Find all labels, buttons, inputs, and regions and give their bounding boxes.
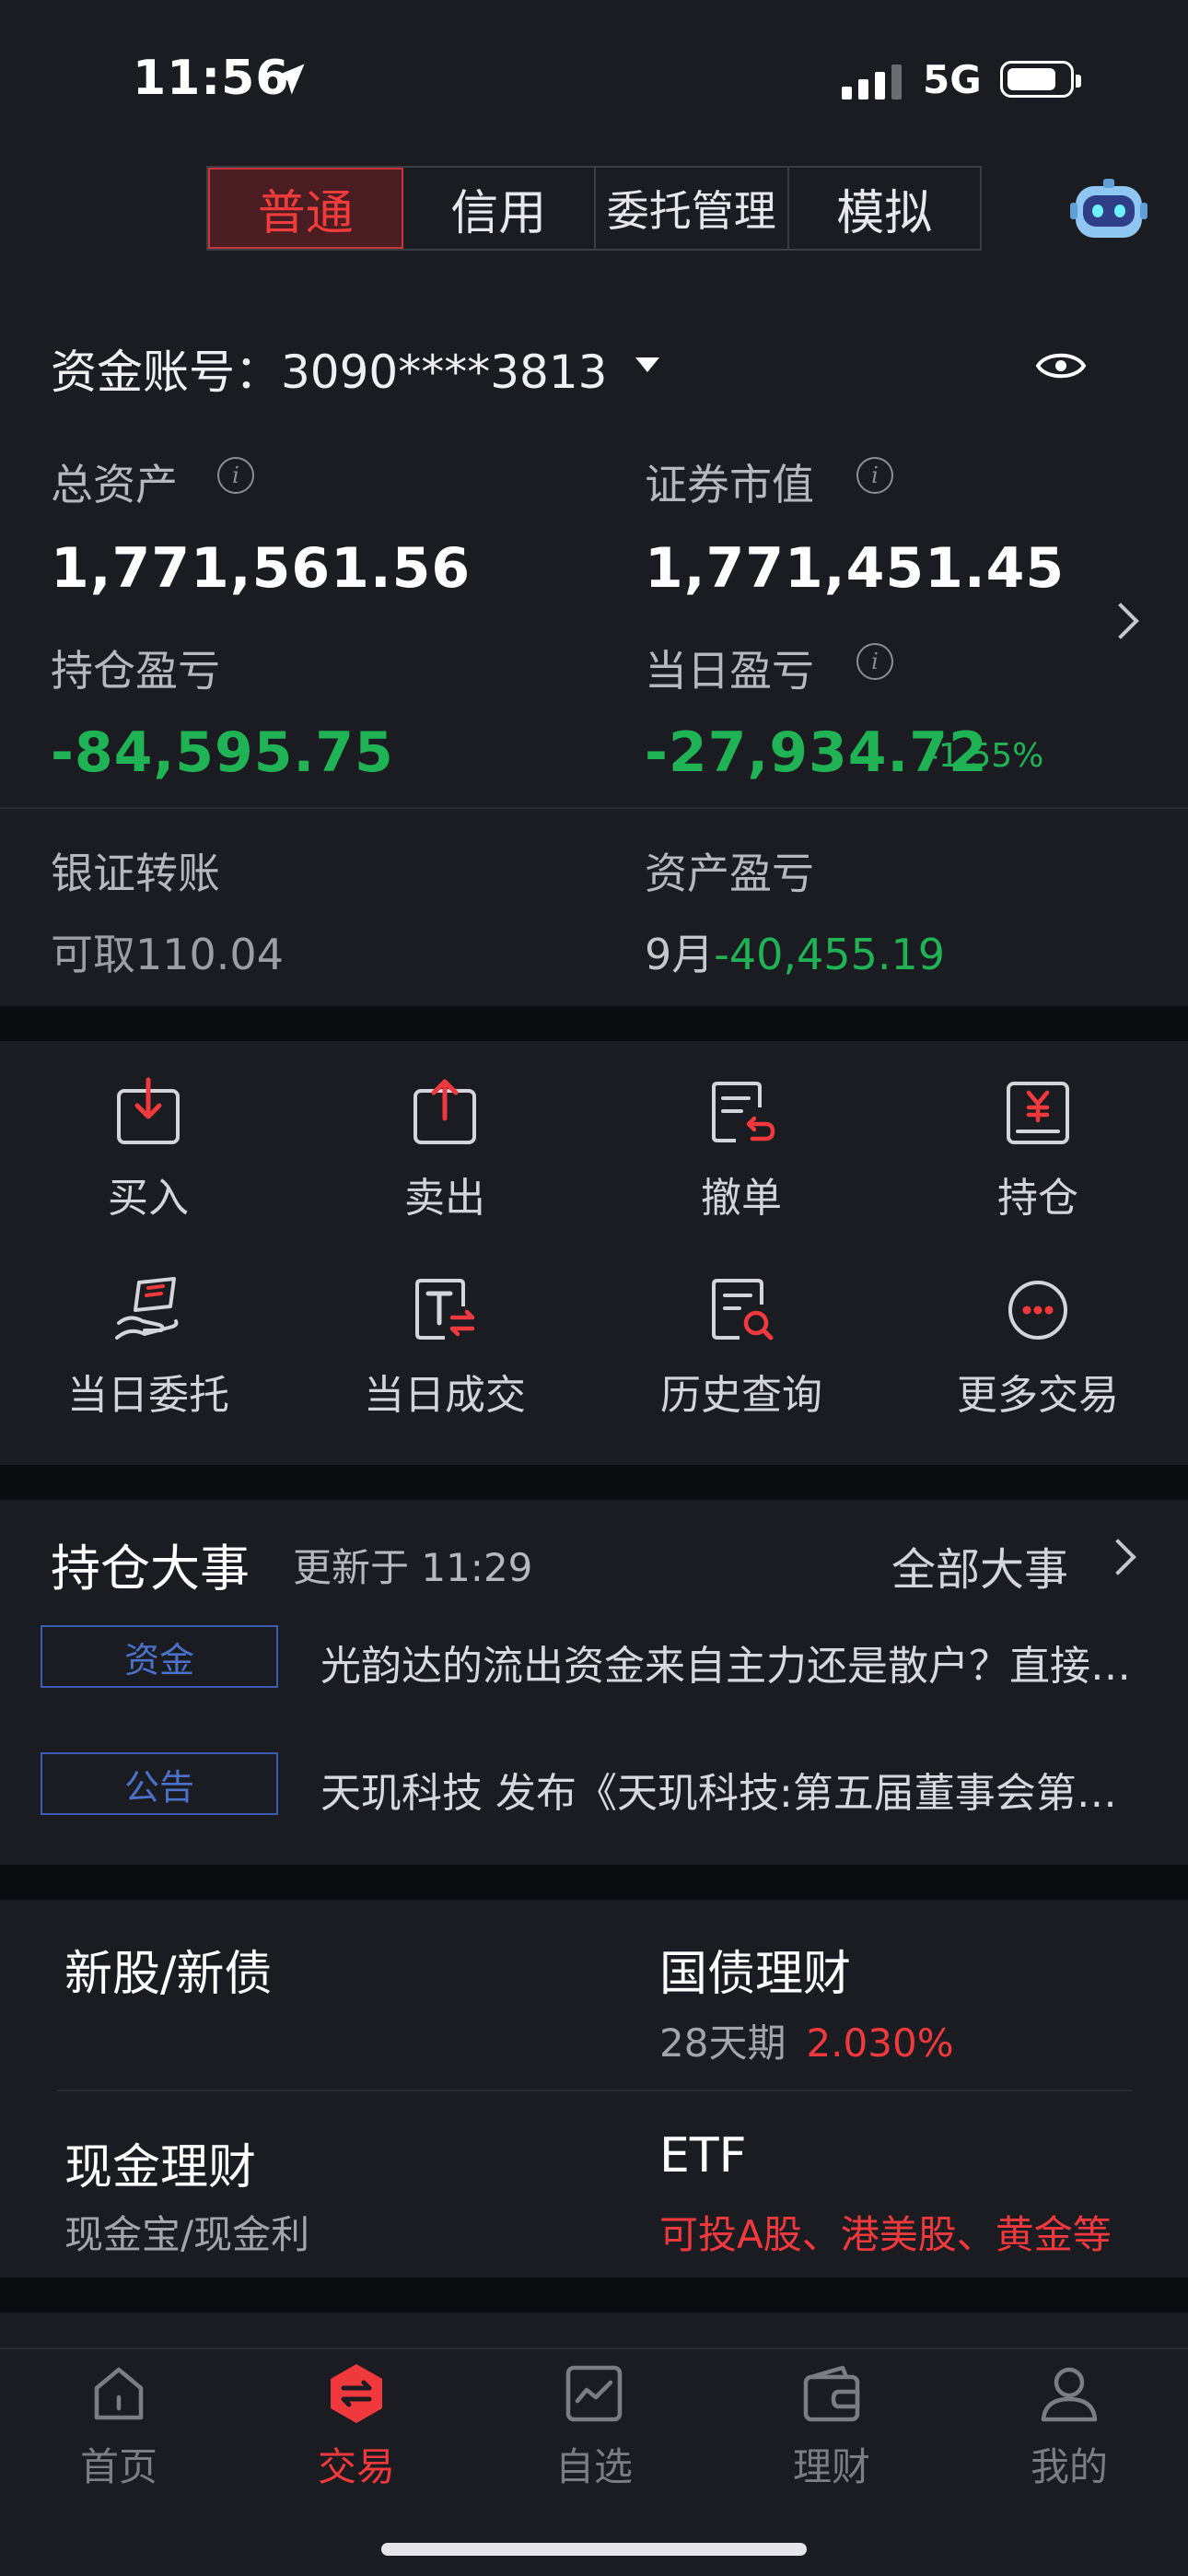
section-gap xyxy=(0,1465,1188,1500)
available-value: 110.04 xyxy=(135,930,284,979)
history-search-label: 历史查询 xyxy=(660,1372,822,1419)
holdings-label: 持仓 xyxy=(997,1175,1078,1222)
event-tag: 公告 xyxy=(41,1752,278,1815)
info-icon[interactable]: i xyxy=(856,643,893,680)
tab-credit[interactable]: 信用 xyxy=(403,168,596,249)
profile-icon xyxy=(1041,2367,1098,2422)
ipo-bond-link[interactable]: 新股/新债 xyxy=(64,1935,273,2004)
buy-icon xyxy=(117,1077,180,1144)
asset-pl-value: -40,455.19 xyxy=(714,930,945,979)
location-arrow-icon xyxy=(274,64,305,95)
holdings-button[interactable]: 持仓 xyxy=(890,1076,1186,1224)
total-assets-label: 总资产 xyxy=(51,460,178,509)
event-item[interactable]: 天玑科技 发布《天玑科技:第五届董事会第十五次会议决议公告》 xyxy=(320,1760,1131,1819)
market-value-label: 证券市值 xyxy=(645,460,814,509)
bank-transfer-available[interactable]: 可取110.04 xyxy=(51,921,284,982)
tab-watchlist-label: 自选 xyxy=(554,2444,633,2489)
treasury-rate: 2.030% xyxy=(806,2020,954,2066)
position-pl-value: -84,595.75 xyxy=(51,720,394,785)
etf-link[interactable]: ETF xyxy=(659,2128,747,2184)
holdings-icon xyxy=(1007,1082,1069,1144)
cancel-order-label: 撤单 xyxy=(701,1175,782,1222)
daily-orders-label: 当日委托 xyxy=(67,1372,229,1419)
daily-pl-label: 当日盈亏 xyxy=(645,646,814,696)
tab-home-label: 首页 xyxy=(79,2444,157,2489)
divider xyxy=(0,807,1188,809)
daily-orders-icon xyxy=(115,1277,179,1340)
account-number: 3090****3813 xyxy=(281,345,608,399)
account-type-tabs: 普通 信用 委托管理 模拟 xyxy=(206,166,982,251)
daily-trades-button[interactable]: 当日成交 xyxy=(297,1273,593,1421)
treasury-finance-link[interactable]: 国债理财 xyxy=(659,1935,851,2004)
event-tag: 资金 xyxy=(41,1625,278,1688)
section-gap xyxy=(0,1865,1188,1900)
sell-label: 卖出 xyxy=(404,1175,485,1222)
tab-watchlist[interactable]: 自选 xyxy=(475,2360,713,2492)
daily-orders-button[interactable]: 当日委托 xyxy=(0,1273,297,1421)
tab-finance[interactable]: 理财 xyxy=(713,2360,950,2492)
section-top xyxy=(0,2313,1188,2348)
sell-button[interactable]: 卖出 xyxy=(297,1076,593,1224)
asset-pl-row[interactable]: 9月-40,455.19 xyxy=(645,921,945,982)
daily-trades-label: 当日成交 xyxy=(364,1372,526,1419)
cancel-order-button[interactable]: 撤单 xyxy=(593,1076,890,1224)
history-search-icon xyxy=(712,1279,774,1341)
sell-icon xyxy=(413,1079,476,1144)
tab-home[interactable]: 首页 xyxy=(0,2360,238,2492)
section-gap xyxy=(0,2277,1188,2313)
network-type: 5G xyxy=(923,57,982,102)
eye-icon[interactable] xyxy=(1035,345,1087,387)
divider xyxy=(57,2090,1133,2091)
available-label: 可取 xyxy=(51,930,135,979)
treasury-term: 28天期 xyxy=(659,2020,786,2066)
cash-finance-link[interactable]: 现金理财 xyxy=(64,2128,256,2197)
bank-transfer-label[interactable]: 银证转账 xyxy=(51,840,220,901)
tab-profile[interactable]: 我的 xyxy=(950,2360,1188,2492)
more-icon xyxy=(1008,1281,1067,1340)
buy-label: 买入 xyxy=(108,1175,189,1222)
section-gap xyxy=(0,1006,1188,1041)
asset-pl-month: 9月 xyxy=(645,930,715,979)
home-icon xyxy=(94,2367,144,2420)
tab-finance-label: 理财 xyxy=(792,2444,870,2489)
total-assets-value: 1,771,561.56 xyxy=(51,536,472,601)
buy-button[interactable]: 买入 xyxy=(0,1076,297,1224)
daily-trades-icon xyxy=(415,1279,475,1340)
more-trading-label: 更多交易 xyxy=(957,1372,1119,1419)
tab-simulation[interactable]: 模拟 xyxy=(789,168,981,249)
events-title: 持仓大事 xyxy=(51,1540,250,1598)
cellular-signal-icon xyxy=(842,63,902,100)
battery-icon xyxy=(1000,61,1081,98)
all-events-link[interactable]: 全部大事 xyxy=(891,1533,1068,1598)
position-pl-label: 持仓盈亏 xyxy=(51,646,220,696)
asset-pl-label[interactable]: 资产盈亏 xyxy=(645,840,814,901)
tab-normal[interactable]: 普通 xyxy=(208,168,403,249)
chevron-down-icon[interactable] xyxy=(635,357,659,372)
home-indicator xyxy=(381,2543,807,2556)
cancel-order-icon xyxy=(712,1082,775,1142)
treasury-detail: 28天期 2.030% xyxy=(659,2012,954,2068)
status-time: 11:56 xyxy=(133,51,290,106)
cash-finance-sub: 现金宝/现金利 xyxy=(64,2212,310,2257)
tab-trade-label: 交易 xyxy=(317,2444,395,2489)
events-updated-time: 更新于 11:29 xyxy=(293,1545,533,1590)
account-number-row[interactable]: 资金账号：3090****3813 xyxy=(51,335,608,402)
tab-profile-label: 我的 xyxy=(1030,2444,1108,2489)
tab-trade[interactable]: 交易 xyxy=(238,2360,475,2492)
etf-sub: 可投A股、港美股、黄金等 xyxy=(659,2212,1112,2257)
account-label: 资金账号： xyxy=(51,345,281,399)
info-icon[interactable]: i xyxy=(856,457,893,494)
tab-order-management[interactable]: 委托管理 xyxy=(596,168,789,249)
wallet-icon xyxy=(803,2365,860,2422)
daily-pl-percent: -1.55% xyxy=(926,737,1044,775)
history-search-button[interactable]: 历史查询 xyxy=(593,1273,890,1421)
watchlist-icon xyxy=(565,2365,623,2422)
info-icon[interactable]: i xyxy=(217,457,254,494)
trade-icon xyxy=(331,2364,382,2423)
robot-assistant-icon[interactable] xyxy=(1070,177,1147,243)
market-value-value: 1,771,451.45 xyxy=(645,536,1066,601)
event-item[interactable]: 光韵达的流出资金来自主力还是散户？直接看数据 xyxy=(320,1633,1131,1692)
more-trading-button[interactable]: 更多交易 xyxy=(890,1273,1186,1421)
